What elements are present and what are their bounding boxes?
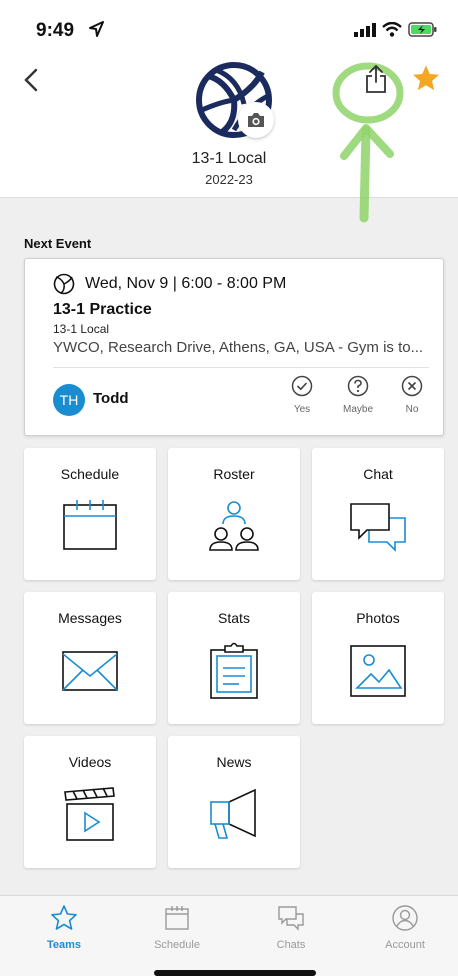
tile-news[interactable]: News — [168, 736, 300, 868]
tab-schedule[interactable]: Schedule — [137, 904, 217, 951]
envelope-icon — [62, 651, 118, 691]
team-header: 13-1 Local 2022-23 — [0, 50, 458, 223]
tile-label: Messages — [58, 610, 122, 626]
team-name: 13-1 Local — [191, 150, 267, 167]
megaphone-icon — [210, 788, 256, 839]
tab-teams[interactable]: Teams — [24, 904, 104, 951]
rsvp-no-label: No — [405, 404, 419, 415]
tab-label: Schedule — [154, 939, 200, 951]
team-season: 2022-23 — [205, 172, 253, 187]
chat-bubbles-icon — [350, 503, 406, 552]
divider — [53, 367, 429, 368]
tab-label: Teams — [46, 939, 82, 951]
rsvp-maybe-button[interactable]: Maybe — [333, 375, 383, 415]
account-icon — [392, 905, 418, 931]
event-date-time: Wed, Nov 9 | 6:00 - 8:00 PM — [85, 275, 287, 292]
tab-label: Account — [385, 939, 425, 951]
check-circle-icon — [291, 375, 313, 397]
volleyball-icon — [53, 273, 75, 295]
share-icon[interactable] — [364, 64, 388, 94]
x-circle-icon — [401, 375, 423, 397]
tile-roster[interactable]: Roster — [168, 448, 300, 580]
event-team: 13-1 Local — [53, 322, 110, 336]
question-circle-icon — [347, 375, 369, 397]
avatar: TH — [53, 384, 85, 416]
signal-icon — [354, 22, 376, 37]
tile-messages[interactable]: Messages — [24, 592, 156, 724]
rsvp-yes-label: Yes — [293, 404, 311, 415]
event-title: 13-1 Practice — [53, 301, 152, 318]
status-time: 9:49 — [36, 20, 75, 41]
tile-label: News — [216, 754, 252, 770]
camera-icon — [248, 113, 264, 127]
clipboard-icon — [210, 642, 258, 699]
event-date-row: Wed, Nov 9 | 6:00 - 8:00 PM — [53, 273, 286, 295]
chat-bubbles-icon — [278, 906, 304, 931]
tile-photos[interactable]: Photos — [312, 592, 444, 724]
star-icon — [51, 905, 77, 930]
calendar-icon — [165, 906, 189, 930]
next-event-label: Next Event — [24, 236, 92, 251]
tab-bar: Teams Schedule Chats Account — [0, 895, 458, 976]
people-icon — [209, 501, 259, 551]
event-location: YWCO, Research Drive, Athens, GA, USA - … — [53, 339, 424, 356]
tile-label: Stats — [218, 610, 250, 626]
change-photo-button[interactable] — [238, 102, 274, 138]
tile-label: Videos — [68, 754, 112, 770]
status-bar: 9:49 — [0, 0, 458, 50]
location-arrow-icon — [89, 21, 104, 37]
rsvp-yes-button[interactable]: Yes — [277, 375, 327, 415]
status-indicators — [354, 22, 438, 37]
tab-chats[interactable]: Chats — [251, 904, 331, 951]
tile-label: Roster — [213, 466, 255, 482]
tab-account[interactable]: Account — [365, 904, 445, 951]
tile-stats[interactable]: Stats — [168, 592, 300, 724]
tile-chat[interactable]: Chat — [312, 448, 444, 580]
rsvp-maybe-label: Maybe — [342, 404, 373, 415]
calendar-icon — [63, 500, 117, 550]
tile-label: Schedule — [60, 466, 120, 482]
star-icon[interactable] — [412, 64, 440, 92]
member-name: Todd — [93, 390, 129, 407]
clapperboard-icon — [64, 787, 115, 841]
tile-label: Photos — [356, 610, 400, 626]
next-event-card[interactable]: Wed, Nov 9 | 6:00 - 8:00 PM 13-1 Practic… — [24, 258, 444, 436]
tile-label: Chat — [363, 466, 393, 482]
back-chevron-icon[interactable] — [20, 66, 42, 94]
tile-videos[interactable]: Videos — [24, 736, 156, 868]
home-indicator — [154, 970, 316, 976]
battery-icon — [408, 22, 437, 37]
picture-icon — [350, 645, 406, 697]
wifi-icon — [382, 22, 402, 37]
rsvp-no-button[interactable]: No — [387, 375, 437, 415]
tile-schedule[interactable]: Schedule — [24, 448, 156, 580]
tab-label: Chats — [276, 939, 306, 951]
